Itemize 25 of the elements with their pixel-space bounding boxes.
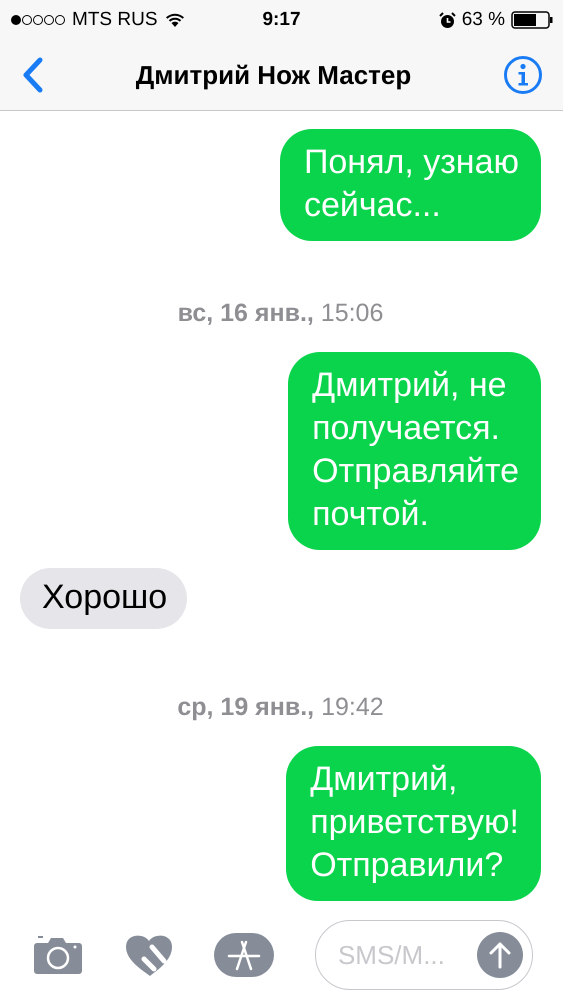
info-icon — [503, 55, 543, 95]
app-store-icon — [214, 933, 274, 977]
received-message: Хорошо — [20, 568, 188, 629]
alarm-icon — [438, 12, 456, 28]
camera-button[interactable] — [33, 935, 83, 975]
back-button[interactable] — [22, 57, 44, 93]
battery-icon — [511, 11, 553, 29]
date-separator: вс, 16 янв., 15:06 — [176, 299, 384, 328]
sent-message: Понял, узнаю сейчас... — [280, 129, 541, 241]
digital-touch-button[interactable] — [124, 933, 174, 977]
contact-name: Дмитрий Нож Мастер — [136, 60, 412, 90]
status-time: 9:17 — [262, 9, 301, 31]
send-icon[interactable] — [476, 932, 523, 978]
info-button[interactable] — [503, 55, 543, 95]
app-store-button[interactable] — [214, 933, 274, 977]
battery-percent: 63 % — [462, 9, 505, 31]
sent-message: Дмитрий, приветствую! Отправили? — [286, 746, 541, 901]
sent-message: Дмитрий, не получается. Отправляйте почтой. — [288, 352, 541, 550]
wifi-icon — [164, 12, 186, 28]
heart-icon — [124, 933, 174, 977]
back-chevron-icon — [22, 57, 44, 93]
camera-icon — [33, 935, 83, 975]
date-separator: ср, 19 янв., 19:42 — [176, 693, 385, 722]
signal-icon — [10, 14, 66, 26]
carrier-name: MTS RUS — [72, 9, 158, 31]
